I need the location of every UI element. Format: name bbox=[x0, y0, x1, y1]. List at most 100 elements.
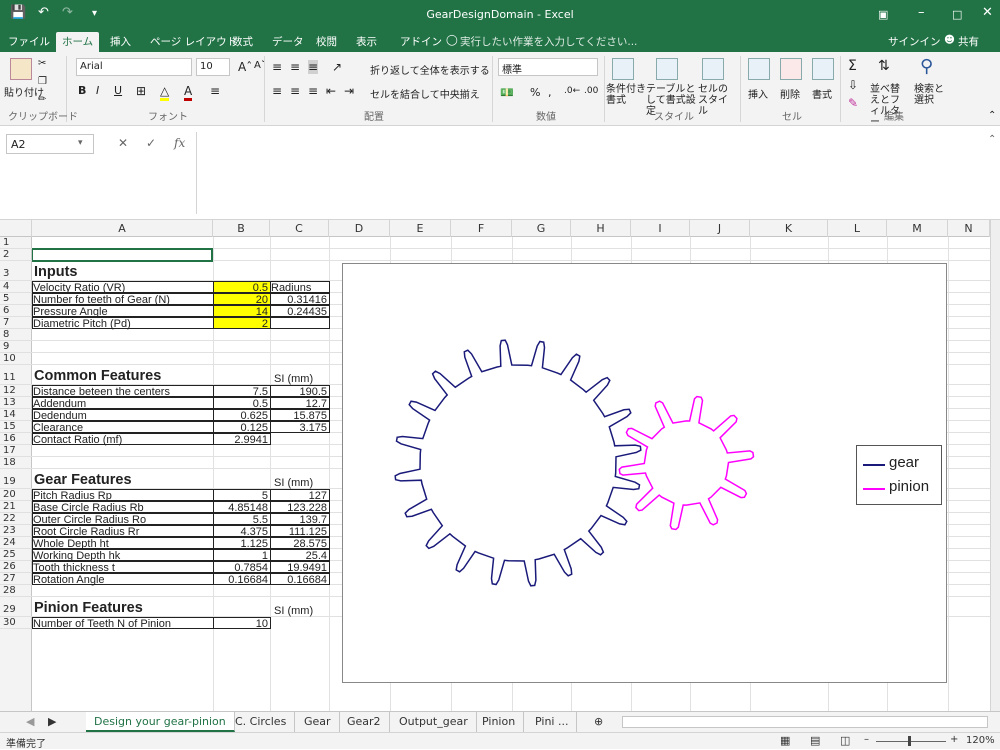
accounting-icon[interactable]: 💵 bbox=[500, 86, 514, 99]
menu-insert[interactable]: 挿入 bbox=[110, 34, 131, 49]
row-header[interactable]: 7 bbox=[0, 317, 32, 329]
normal-view-icon[interactable]: ▦ bbox=[780, 734, 790, 747]
table-format-icon[interactable] bbox=[656, 58, 678, 80]
borders-icon[interactable]: ⊞ bbox=[136, 84, 146, 98]
menu-page-layout[interactable]: ページ レイアウト bbox=[150, 34, 237, 49]
row-header[interactable]: 8 bbox=[0, 329, 32, 341]
align-left-icon[interactable]: ≡ bbox=[272, 84, 282, 98]
wrap-text-button[interactable]: 折り返して全体を表示する bbox=[370, 62, 490, 77]
italic-icon[interactable]: I bbox=[96, 84, 99, 97]
share-button[interactable]: 共有 bbox=[958, 34, 979, 49]
cell-styles-button[interactable]: セルのスタイル bbox=[698, 84, 734, 117]
menu-view[interactable]: 表示 bbox=[356, 34, 377, 49]
format-painter-icon[interactable]: ✏ bbox=[38, 94, 46, 105]
tab-design[interactable]: Design your gear-pinion bbox=[86, 712, 235, 732]
formula-input[interactable] bbox=[196, 132, 986, 214]
tell-me-box[interactable]: 実行したい作業を入力してください... bbox=[460, 34, 637, 49]
number-format-select[interactable]: 標準 bbox=[498, 58, 598, 76]
grow-font-icon[interactable]: Aˆ bbox=[238, 60, 252, 74]
row-header[interactable]: 14 bbox=[0, 409, 32, 421]
row-header[interactable]: 25 bbox=[0, 549, 32, 561]
row-header[interactable]: 15 bbox=[0, 421, 32, 433]
font-size-select[interactable]: 10 bbox=[196, 58, 230, 76]
column-header[interactable]: K bbox=[750, 220, 828, 237]
enter-icon[interactable]: ✓ bbox=[146, 136, 156, 150]
column-header[interactable]: B bbox=[213, 220, 270, 237]
orientation-icon[interactable]: ↗ bbox=[332, 60, 342, 74]
decrease-decimal-icon[interactable]: .00 bbox=[584, 86, 598, 96]
vertical-scrollbar[interactable] bbox=[990, 220, 1000, 711]
percent-icon[interactable]: % bbox=[530, 86, 540, 99]
close-icon[interactable]: ✕ bbox=[982, 5, 993, 20]
tab-output-gear[interactable]: Output_gear bbox=[391, 712, 477, 732]
row-header[interactable]: 2 bbox=[0, 249, 32, 261]
add-sheet-icon[interactable]: ⊕ bbox=[586, 712, 611, 732]
row-header[interactable]: 1 bbox=[0, 237, 32, 249]
row-header[interactable]: 21 bbox=[0, 501, 32, 513]
delete-cells-button[interactable]: 削除 bbox=[780, 86, 800, 101]
row-header[interactable]: 19 bbox=[0, 469, 32, 489]
increase-indent-icon[interactable]: ⇥ bbox=[344, 84, 354, 98]
row-header[interactable]: 28 bbox=[0, 585, 32, 597]
increase-decimal-icon[interactable]: .0← bbox=[564, 86, 580, 96]
bold-icon[interactable]: B bbox=[78, 84, 86, 97]
row-header[interactable]: 11 bbox=[0, 365, 32, 385]
row-header[interactable]: 3 bbox=[0, 261, 32, 281]
signin-link[interactable]: サインイン bbox=[888, 34, 941, 49]
insert-cells-button[interactable]: 挿入 bbox=[748, 86, 768, 101]
row-header[interactable]: 24 bbox=[0, 537, 32, 549]
column-header[interactable]: I bbox=[631, 220, 690, 237]
row-header[interactable]: 30 bbox=[0, 617, 32, 629]
tab-scroll-right-icon[interactable]: ▶ bbox=[40, 712, 64, 732]
column-header[interactable]: M bbox=[887, 220, 948, 237]
cut-icon[interactable]: ✂ bbox=[38, 58, 46, 69]
menu-file[interactable]: ファイル bbox=[8, 34, 50, 49]
merge-center-button[interactable]: セルを結合して中央揃え bbox=[370, 86, 480, 101]
column-header[interactable]: G bbox=[512, 220, 571, 237]
align-middle-icon[interactable]: ≡ bbox=[290, 60, 300, 74]
collapse-ribbon-icon[interactable]: ⌃ bbox=[988, 110, 996, 121]
zoom-level[interactable]: 120% bbox=[966, 735, 995, 746]
input-value[interactable]: 14 bbox=[213, 305, 271, 318]
row-header[interactable]: 6 bbox=[0, 305, 32, 317]
name-box-dropdown-icon[interactable]: ▾ bbox=[78, 138, 83, 148]
row-header[interactable]: 12 bbox=[0, 385, 32, 397]
column-header[interactable]: H bbox=[571, 220, 631, 237]
align-right-icon[interactable]: ≡ bbox=[308, 84, 318, 98]
row-header[interactable]: 10 bbox=[0, 353, 32, 365]
tab-scroll-left-icon[interactable]: ◀ bbox=[18, 712, 42, 732]
clear-icon[interactable]: ✎ bbox=[848, 96, 858, 110]
gear-chart[interactable]: gear pinion bbox=[342, 263, 947, 683]
ribbon-display-icon[interactable]: ▣ bbox=[878, 8, 888, 21]
cond-format-icon[interactable] bbox=[612, 58, 634, 80]
zoom-in-icon[interactable]: + bbox=[950, 734, 958, 745]
column-header[interactable]: F bbox=[451, 220, 512, 237]
column-header[interactable]: J bbox=[690, 220, 750, 237]
share-icon[interactable]: ☻ bbox=[944, 34, 955, 46]
column-header[interactable]: C bbox=[270, 220, 329, 237]
align-center-icon[interactable]: ≡ bbox=[290, 84, 300, 98]
sort-filter-icon[interactable]: ⇅ bbox=[878, 58, 890, 74]
column-header[interactable]: A bbox=[32, 220, 213, 237]
column-header[interactable]: E bbox=[390, 220, 451, 237]
row-header[interactable]: 26 bbox=[0, 561, 32, 573]
input-value[interactable]: 0.5 bbox=[213, 281, 271, 294]
comma-icon[interactable]: , bbox=[548, 86, 552, 99]
align-bottom-icon[interactable]: ≡ bbox=[308, 60, 319, 74]
menu-formulas[interactable]: 数式 bbox=[232, 34, 253, 49]
column-header[interactable]: D bbox=[329, 220, 390, 237]
row-header[interactable]: 27 bbox=[0, 573, 32, 585]
delete-cells-icon[interactable] bbox=[780, 58, 802, 80]
autosum-icon[interactable]: Σ bbox=[848, 58, 857, 74]
row-header[interactable]: 13 bbox=[0, 397, 32, 409]
row-header[interactable]: 29 bbox=[0, 597, 32, 617]
format-cells-button[interactable]: 書式 bbox=[812, 86, 832, 101]
fill-color-icon[interactable]: △ bbox=[160, 84, 170, 101]
row-header[interactable]: 20 bbox=[0, 489, 32, 501]
row-header[interactable]: 22 bbox=[0, 513, 32, 525]
cancel-icon[interactable]: ✕ bbox=[118, 136, 128, 150]
cond-format-button[interactable]: 条件付き書式 bbox=[606, 84, 646, 106]
zoom-slider-thumb[interactable] bbox=[908, 736, 911, 746]
input-value[interactable]: 20 bbox=[213, 293, 271, 306]
menu-addins[interactable]: アドイン bbox=[400, 34, 442, 49]
